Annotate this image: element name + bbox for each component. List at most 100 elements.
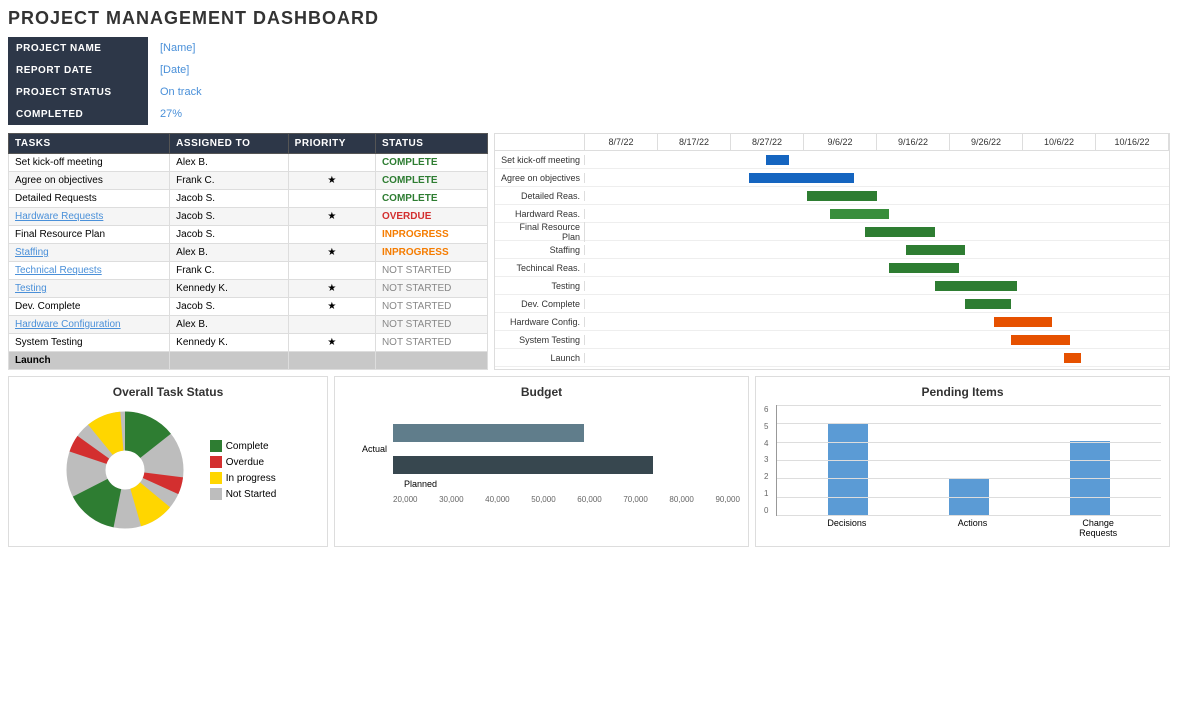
pending-x-label: Actions bbox=[910, 518, 1036, 538]
task-priority bbox=[288, 262, 375, 280]
task-priority: ★ bbox=[288, 208, 375, 226]
project-name-label: PROJECT NAME bbox=[8, 37, 148, 59]
report-date-label: REPORT DATE bbox=[8, 59, 148, 81]
project-status-label: PROJECT STATUS bbox=[8, 81, 148, 103]
gantt-bar bbox=[935, 281, 1017, 291]
legend-item: In progress bbox=[210, 472, 277, 484]
gantt-bar bbox=[1011, 335, 1069, 345]
task-name[interactable]: Hardware Configuration bbox=[9, 316, 170, 334]
task-status: NOT STARTED bbox=[375, 298, 487, 316]
pending-y-label: 4 bbox=[764, 439, 768, 448]
pending-chart-title: Pending Items bbox=[764, 385, 1161, 399]
pie-container: Complete Overdue In progress Not Started bbox=[17, 405, 319, 535]
task-assigned: Alex B. bbox=[170, 154, 289, 172]
budget-chart-box: Budget Actual Planned 20,00030,00040,000… bbox=[334, 376, 749, 547]
task-status: NOT STARTED bbox=[375, 334, 487, 352]
task-name: Dev. Complete bbox=[9, 298, 170, 316]
bottom-section: Overall Task Status Complete Overdue In pr… bbox=[8, 376, 1170, 547]
task-name: Agree on objectives bbox=[9, 172, 170, 190]
table-row: StaffingAlex B.★INPROGRESS bbox=[9, 244, 488, 262]
gantt-row: Final Resource Plan bbox=[495, 223, 1169, 241]
budget-x-label: 20,000 bbox=[393, 495, 417, 504]
task-priority bbox=[288, 316, 375, 334]
gantt-bar bbox=[994, 317, 1052, 327]
task-name[interactable]: Technical Requests bbox=[9, 262, 170, 280]
task-status: COMPLETE bbox=[375, 190, 487, 208]
task-priority: ★ bbox=[288, 334, 375, 352]
tasks-section: TASKS ASSIGNED TO PRIORITY STATUS Set ki… bbox=[8, 133, 488, 370]
task-priority: ★ bbox=[288, 298, 375, 316]
actual-bar bbox=[393, 424, 584, 442]
table-row: Launch bbox=[9, 352, 488, 370]
pending-y-label: 0 bbox=[764, 506, 768, 515]
budget-x-label: 70,000 bbox=[623, 495, 647, 504]
gantt-bar bbox=[889, 263, 959, 273]
budget-x-label: 40,000 bbox=[485, 495, 509, 504]
table-row: Final Resource PlanJacob S.INPROGRESS bbox=[9, 226, 488, 244]
gantt-bar bbox=[766, 155, 789, 165]
table-row: Agree on objectivesFrank C.★COMPLETE bbox=[9, 172, 488, 190]
task-assigned: Jacob S. bbox=[170, 298, 289, 316]
gantt-row-label: Hardward Reas. bbox=[495, 209, 585, 219]
planned-bar bbox=[393, 456, 653, 474]
gantt-row: Agree on objectives bbox=[495, 169, 1169, 187]
gantt-date-header: 8/27/22 bbox=[731, 134, 804, 150]
task-assigned: Frank C. bbox=[170, 172, 289, 190]
pending-y-label: 1 bbox=[764, 489, 768, 498]
task-name[interactable]: Hardware Requests bbox=[9, 208, 170, 226]
task-status: INPROGRESS bbox=[375, 244, 487, 262]
gantt-bar bbox=[749, 173, 854, 183]
task-name: Set kick-off meeting bbox=[9, 154, 170, 172]
budget-x-labels: 20,00030,00040,00050,00060,00070,00080,0… bbox=[343, 493, 740, 504]
task-name[interactable]: Staffing bbox=[9, 244, 170, 262]
gantt-row: Dev. Complete bbox=[495, 295, 1169, 313]
gantt-row-label: Detailed Reas. bbox=[495, 191, 585, 201]
table-row: Hardware RequestsJacob S.★OVERDUE bbox=[9, 208, 488, 226]
budget-chart-title: Budget bbox=[343, 385, 740, 399]
planned-label: Planned bbox=[393, 479, 443, 489]
gantt-bar bbox=[965, 299, 1012, 309]
gantt-row: Hardward Reas. bbox=[495, 205, 1169, 223]
legend-label: Not Started bbox=[226, 489, 277, 500]
task-status: NOT STARTED bbox=[375, 262, 487, 280]
task-assigned bbox=[170, 352, 289, 370]
task-assigned: Kennedy K. bbox=[170, 334, 289, 352]
gantt-row-label: Dev. Complete bbox=[495, 299, 585, 309]
project-name-value: [Name] bbox=[148, 37, 288, 59]
table-row: Detailed RequestsJacob S.COMPLETE bbox=[9, 190, 488, 208]
task-assigned: Jacob S. bbox=[170, 208, 289, 226]
task-name[interactable]: Testing bbox=[9, 280, 170, 298]
task-status: NOT STARTED bbox=[375, 316, 487, 334]
gantt-bar bbox=[865, 227, 935, 237]
gantt-row-label: Agree on objectives bbox=[495, 173, 585, 183]
task-name: Detailed Requests bbox=[9, 190, 170, 208]
table-row: Dev. CompleteJacob S.★NOT STARTED bbox=[9, 298, 488, 316]
gantt-row: Set kick-off meeting bbox=[495, 151, 1169, 169]
pending-x-label: ChangeRequests bbox=[1035, 518, 1161, 538]
table-row: Set kick-off meetingAlex B.COMPLETE bbox=[9, 154, 488, 172]
gantt-chart: 8/7/228/17/228/27/229/6/229/16/229/26/22… bbox=[494, 133, 1170, 370]
completed-value: 27% bbox=[148, 103, 288, 125]
pie-legend: Complete Overdue In progress Not Started bbox=[210, 440, 277, 500]
page-title: PROJECT MANAGEMENT DASHBOARD bbox=[8, 8, 1170, 29]
gantt-row-label: Final Resource Plan bbox=[495, 222, 585, 242]
task-status: OVERDUE bbox=[375, 208, 487, 226]
pie-chart-title: Overall Task Status bbox=[17, 385, 319, 399]
task-assigned: Alex B. bbox=[170, 244, 289, 262]
budget-x-label: 80,000 bbox=[669, 495, 693, 504]
gantt-date-header: 9/16/22 bbox=[877, 134, 950, 150]
legend-label: Overdue bbox=[226, 457, 264, 468]
pending-chart-box: Pending Items 6543210 DecisionsActionsCh… bbox=[755, 376, 1170, 547]
gantt-bar bbox=[830, 209, 888, 219]
project-status-value: On track bbox=[148, 81, 288, 103]
gantt-date-header: 8/17/22 bbox=[658, 134, 731, 150]
legend-item: Not Started bbox=[210, 488, 277, 500]
task-priority bbox=[288, 190, 375, 208]
task-priority: ★ bbox=[288, 244, 375, 262]
gantt-date-header: 10/6/22 bbox=[1023, 134, 1096, 150]
task-priority bbox=[288, 226, 375, 244]
gantt-row-label: Techincal Reas. bbox=[495, 263, 585, 273]
task-assigned: Alex B. bbox=[170, 316, 289, 334]
gantt-row-label: Testing bbox=[495, 281, 585, 291]
legend-label: Complete bbox=[226, 441, 269, 452]
